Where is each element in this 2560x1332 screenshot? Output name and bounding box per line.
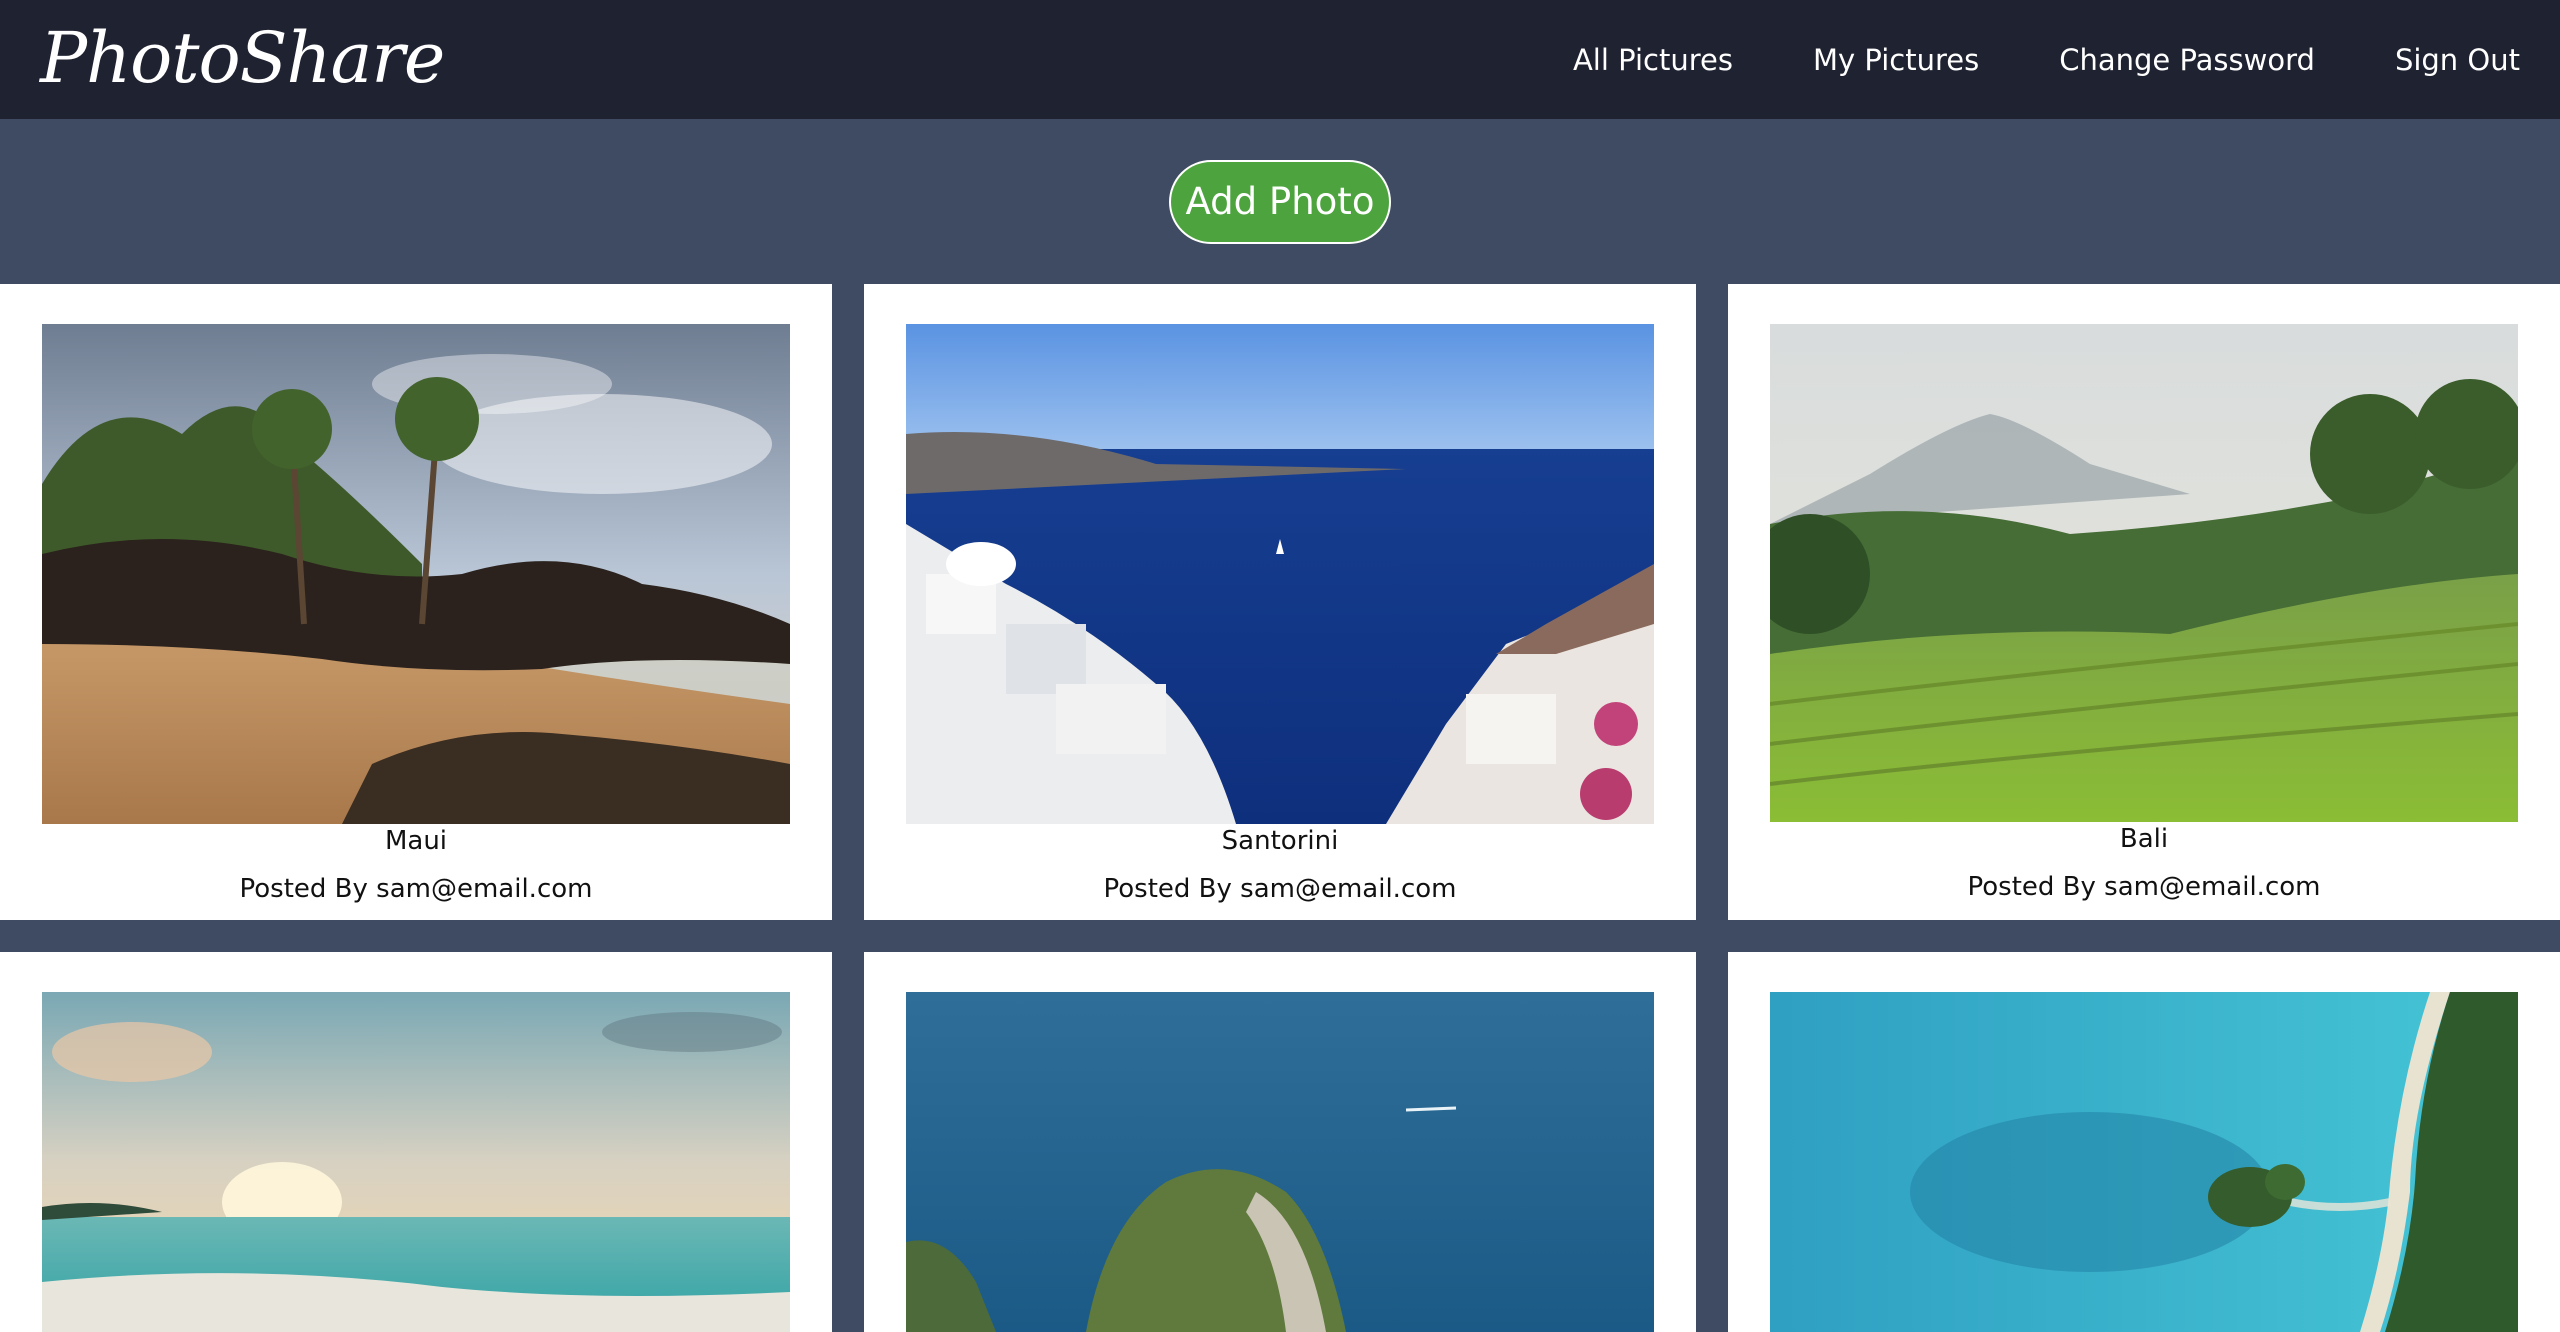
photo-poster: Posted By sam@email.com [1967, 872, 2321, 902]
photo-title: Maui [384, 826, 448, 856]
action-bar: Add Photo [0, 119, 2560, 284]
photo-image[interactable] [906, 324, 1654, 824]
photo-card[interactable]: Maui Posted By sam@email.com [0, 284, 832, 920]
photo-title: Bali [2119, 824, 2169, 854]
photo-image[interactable] [1770, 992, 2518, 1332]
photo-poster: Posted By sam@email.com [239, 874, 593, 904]
rock-island-photo [906, 992, 1654, 1332]
nav-link-all-pictures[interactable]: All Pictures [1573, 43, 1733, 77]
top-navbar: PhotoShare All Pictures My Pictures Chan… [0, 0, 2560, 119]
photo-image[interactable] [42, 324, 790, 824]
nav-link-my-pictures[interactable]: My Pictures [1813, 43, 1979, 77]
rice-terrace-photo [1770, 324, 2518, 822]
lagoon-aerial-photo [1770, 992, 2518, 1332]
nav-link-sign-out[interactable]: Sign Out [2395, 43, 2520, 77]
photo-image[interactable] [42, 992, 790, 1332]
photo-poster: Posted By sam@email.com [1103, 874, 1457, 904]
nav-link-change-password[interactable]: Change Password [2059, 43, 2315, 77]
photo-title: Santorini [1221, 826, 1339, 856]
photo-image[interactable] [906, 992, 1654, 1332]
photo-card[interactable]: Bali Posted By sam@email.com [1728, 284, 2560, 920]
beach-photo [42, 324, 790, 824]
photo-card[interactable] [864, 952, 1696, 1332]
brand-logo[interactable]: PhotoShare [40, 23, 445, 93]
photo-card[interactable] [0, 952, 832, 1332]
seaside-town-photo [906, 324, 1654, 824]
photo-card[interactable]: Santorini Posted By sam@email.com [864, 284, 1696, 920]
add-photo-button[interactable]: Add Photo [1169, 159, 1391, 244]
photo-image[interactable] [1770, 324, 2518, 822]
nav-links: All Pictures My Pictures Change Password… [1573, 0, 2520, 119]
photo-card[interactable] [1728, 952, 2560, 1332]
sunset-beach-photo [42, 992, 790, 1332]
